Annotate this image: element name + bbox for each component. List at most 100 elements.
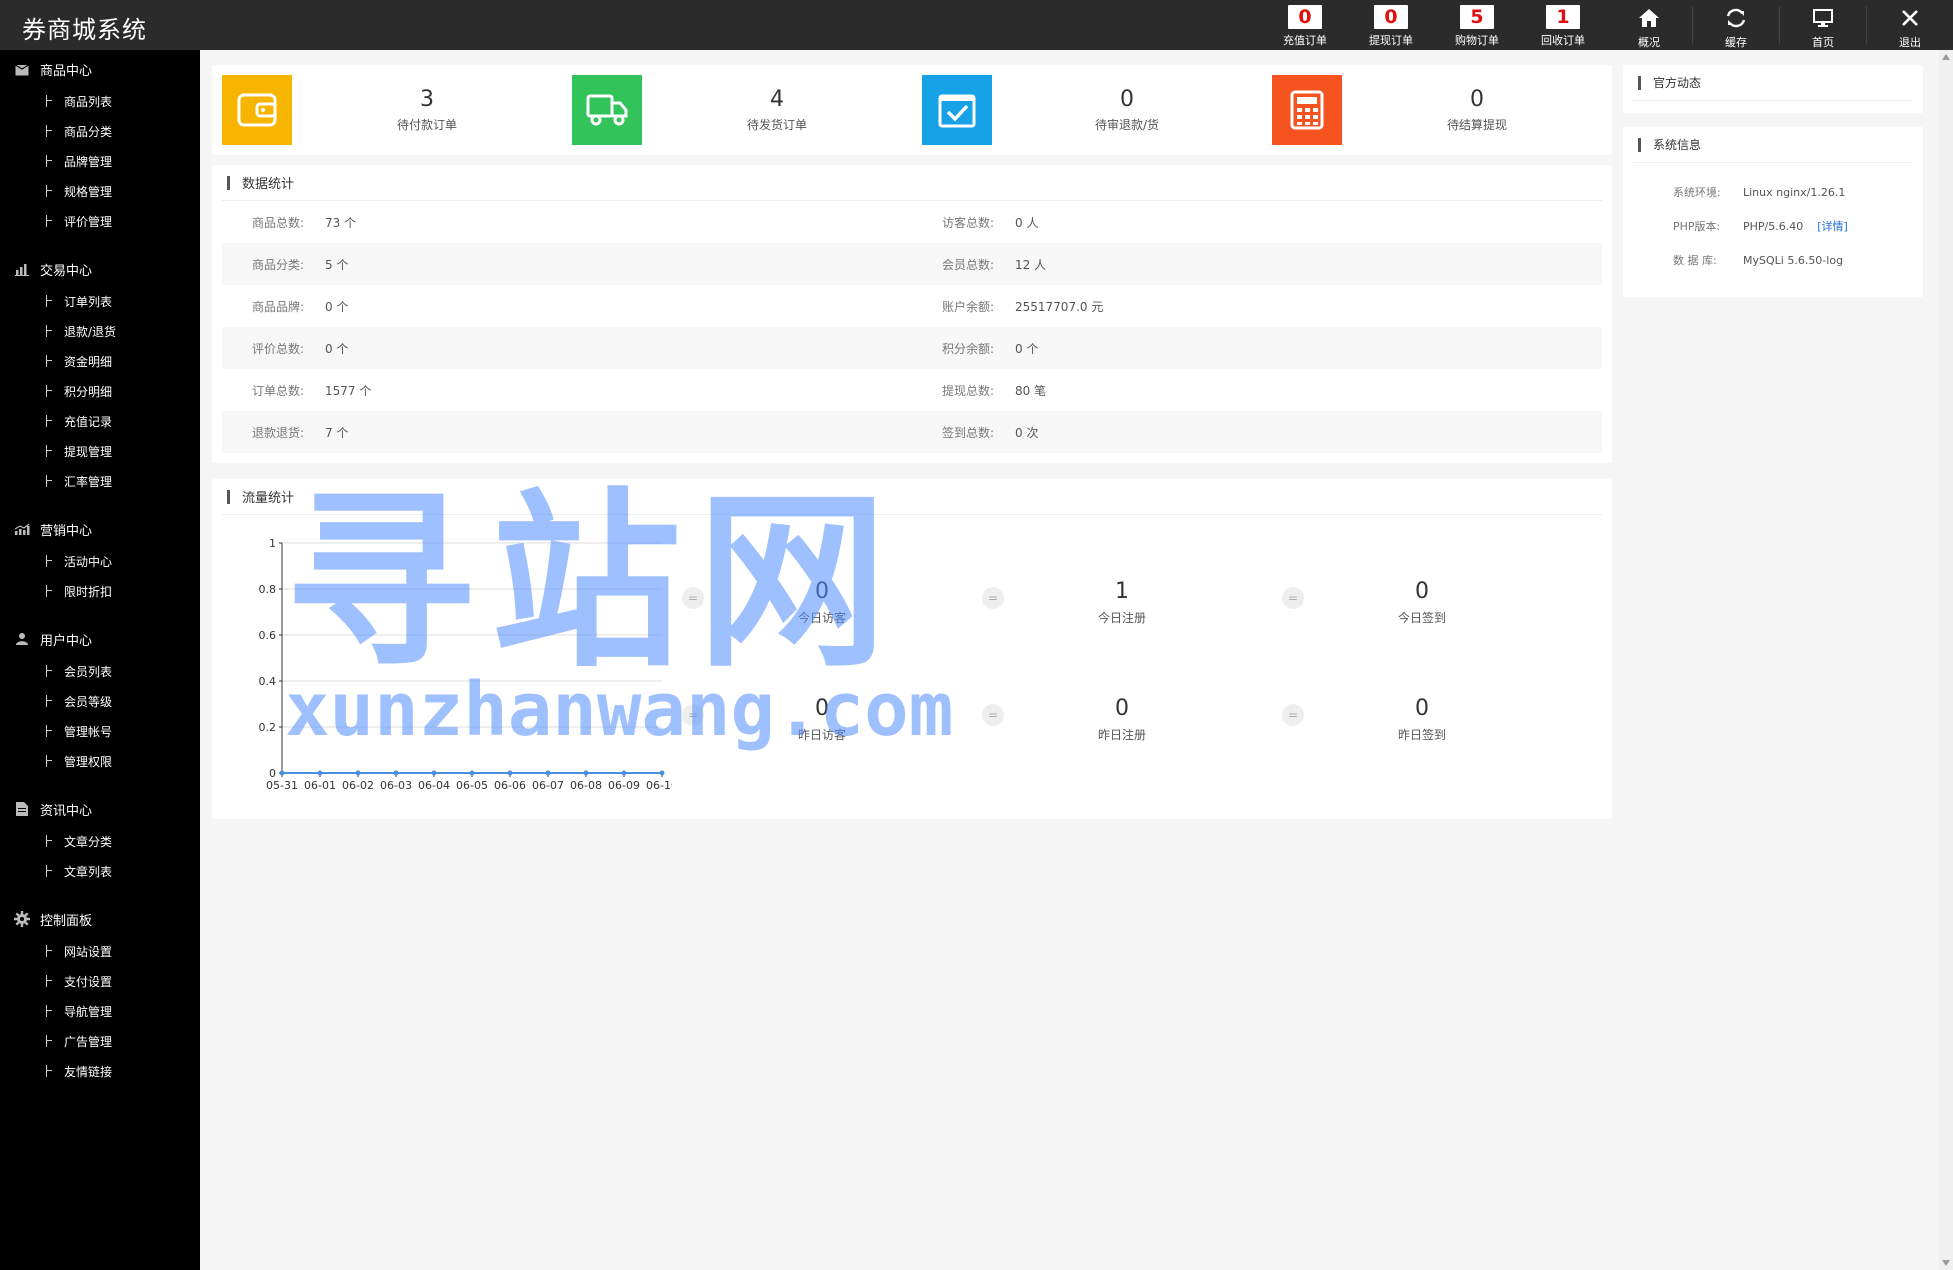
sidebar-group-title: 商品中心 xyxy=(40,63,93,79)
document-icon xyxy=(14,802,30,816)
stat-key: 订单总数: xyxy=(252,383,305,398)
section-marker xyxy=(1638,137,1641,152)
shopping-orders-button[interactable]: 5 购物订单 xyxy=(1434,0,1520,50)
sidebar-group-marketing[interactable]: 营销中心 xyxy=(0,512,200,546)
cache-label: 缓存 xyxy=(1725,36,1747,49)
sidebar-item-review[interactable]: 评价管理 xyxy=(0,206,200,236)
sidebar-item-friend-links[interactable]: 友情链接 xyxy=(0,1056,200,1086)
sidebar-item-refund[interactable]: 退款/退货 xyxy=(0,316,200,346)
pending-payment-card[interactable]: 3 待付款订单 xyxy=(222,75,562,145)
sidebar-item-payment-settings[interactable]: 支付设置 xyxy=(0,966,200,996)
recycle-orders-button[interactable]: 1 回收订单 xyxy=(1520,0,1606,50)
chart-x-tick-label: 06-03 xyxy=(380,779,412,791)
stat-cell: 评价总数: 0 个 xyxy=(222,340,912,357)
pending-settlement-card[interactable]: 0 待结算提现 xyxy=(1272,75,1612,145)
tree-line-icon xyxy=(46,835,54,847)
sidebar-item-goods-category[interactable]: 商品分类 xyxy=(0,116,200,146)
sidebar-group-trade[interactable]: 交易中心 xyxy=(0,252,200,286)
sidebar-item-admin-permissions[interactable]: 管理权限 xyxy=(0,746,200,776)
sidebar-group-news[interactable]: 资讯中心 xyxy=(0,792,200,826)
sidebar-item-article-list[interactable]: 文章列表 xyxy=(0,856,200,886)
chart-x-tick-label: 06-04 xyxy=(418,779,450,791)
yesterday-checkins-label: 昨日签到 xyxy=(1397,728,1446,742)
table-row: 评价总数: 0 个 积分余额: 0 个 xyxy=(222,327,1602,369)
page-scrollbar[interactable] xyxy=(1939,50,1953,1270)
chart-point xyxy=(355,770,361,776)
chart-x-tick-label: 06-07 xyxy=(532,779,564,791)
recharge-orders-button[interactable]: 0 充值订单 xyxy=(1262,0,1348,50)
sysinfo-row: 系统环境: Linux nginx/1.26.1 xyxy=(1623,175,1923,209)
tree-line-icon xyxy=(46,865,54,877)
logout-label: 退出 xyxy=(1899,36,1921,49)
truck-icon xyxy=(572,75,642,145)
sysinfo-panel: 系统信息 系统环境: Linux nginx/1.26.1 PHP版本: PHP… xyxy=(1623,127,1923,297)
yesterday-checkins: = 0 昨日签到 xyxy=(1282,696,1522,756)
chart-point xyxy=(469,770,475,776)
traffic-title: 流量统计 xyxy=(242,491,295,506)
tree-line-icon xyxy=(46,325,54,337)
tree-line-icon xyxy=(46,755,54,767)
stat-value: 80 笔 xyxy=(1015,383,1047,398)
data-stats-panel: 数据统计 商品总数: 73 个 访客总数: 0 人 商品分类: 5 个 会员总数: 12… xyxy=(212,165,1612,463)
sidebar-item-admin-accounts[interactable]: 管理帐号 xyxy=(0,716,200,746)
yesterday-registrations-label: 昨日注册 xyxy=(1097,728,1146,742)
checkbox-icon xyxy=(922,75,992,145)
chart-x-tick-label: 06-01 xyxy=(304,779,336,791)
sidebar-item-label: 品牌管理 xyxy=(64,154,113,169)
sidebar-item-article-category[interactable]: 文章分类 xyxy=(0,826,200,856)
sidebar-item-navigation[interactable]: 导航管理 xyxy=(0,996,200,1026)
withdraw-orders-label: 提现订单 xyxy=(1369,34,1413,47)
sidebar-item-ads[interactable]: 广告管理 xyxy=(0,1026,200,1056)
sidebar-item-exchange-rate[interactable]: 汇率管理 xyxy=(0,466,200,496)
scroll-down-icon[interactable] xyxy=(1942,1260,1950,1266)
homepage-label: 首页 xyxy=(1812,36,1834,49)
sidebar-item-spec[interactable]: 规格管理 xyxy=(0,176,200,206)
refresh-icon xyxy=(1725,5,1747,31)
stat-key: 签到总数: xyxy=(942,425,995,440)
sidebar-item-activity[interactable]: 活动中心 xyxy=(0,546,200,576)
php-details-link[interactable]: [详情] xyxy=(1817,218,1848,234)
sidebar-item-label: 评价管理 xyxy=(64,214,113,229)
scroll-up-icon[interactable] xyxy=(1942,54,1950,60)
sidebar-item-member-list[interactable]: 会员列表 xyxy=(0,656,200,686)
sidebar-group-title: 资讯中心 xyxy=(40,803,93,819)
sysinfo-value: MySQLi 5.6.50-log xyxy=(1743,253,1844,267)
sidebar-item-member-level[interactable]: 会员等级 xyxy=(0,686,200,716)
sidebar-item-goods-list[interactable]: 商品列表 xyxy=(0,86,200,116)
sidebar-item-withdraw[interactable]: 提现管理 xyxy=(0,436,200,466)
sidebar-group-users[interactable]: 用户中心 xyxy=(0,622,200,656)
sidebar-item-label: 规格管理 xyxy=(64,184,113,199)
homepage-button[interactable]: 首页 xyxy=(1780,0,1866,50)
sidebar-item-points[interactable]: 积分明细 xyxy=(0,376,200,406)
logout-button[interactable]: 退出 xyxy=(1867,0,1953,50)
cache-button[interactable]: 缓存 xyxy=(1693,0,1779,50)
sidebar-group-control[interactable]: 控制面板 xyxy=(0,902,200,936)
data-stats-header: 数据统计 xyxy=(222,165,1602,201)
stat-cell: 积分余额: 0 个 xyxy=(912,340,1602,357)
pending-shipment-card[interactable]: 4 待发货订单 xyxy=(572,75,912,145)
sidebar-item-site-settings[interactable]: 网站设置 xyxy=(0,936,200,966)
stat-cell: 会员总数: 12 人 xyxy=(912,256,1602,273)
sidebar-item-funds[interactable]: 资金明细 xyxy=(0,346,200,376)
tree-line-icon xyxy=(46,975,54,987)
stat-value: 1577 个 xyxy=(325,383,372,398)
pending-refund-card[interactable]: 0 待审退款/货 xyxy=(922,75,1262,145)
sidebar-group-goods[interactable]: 商品中心 xyxy=(0,52,200,86)
yesterday-registrations-count: 0 xyxy=(1115,696,1129,721)
sysinfo-key: 数 据 库: xyxy=(1673,254,1717,267)
withdraw-orders-button[interactable]: 0 提现订单 xyxy=(1348,0,1434,50)
chart-point xyxy=(279,770,285,776)
sysinfo-value: Linux nginx/1.26.1 xyxy=(1743,185,1846,199)
sidebar-item-order-list[interactable]: 订单列表 xyxy=(0,286,200,316)
tree-line-icon xyxy=(46,445,54,457)
sidebar-item-discount[interactable]: 限时折扣 xyxy=(0,576,200,606)
recharge-orders-label: 充值订单 xyxy=(1283,34,1327,47)
overview-button[interactable]: 概况 xyxy=(1606,0,1692,50)
pending-settlement-text: 0 待结算提现 xyxy=(1342,75,1612,145)
sidebar-item-recharge[interactable]: 充值记录 xyxy=(0,406,200,436)
tree-line-icon xyxy=(46,945,54,957)
sidebar-item-brand[interactable]: 品牌管理 xyxy=(0,146,200,176)
sidebar-item-label: 资金明细 xyxy=(64,354,113,369)
